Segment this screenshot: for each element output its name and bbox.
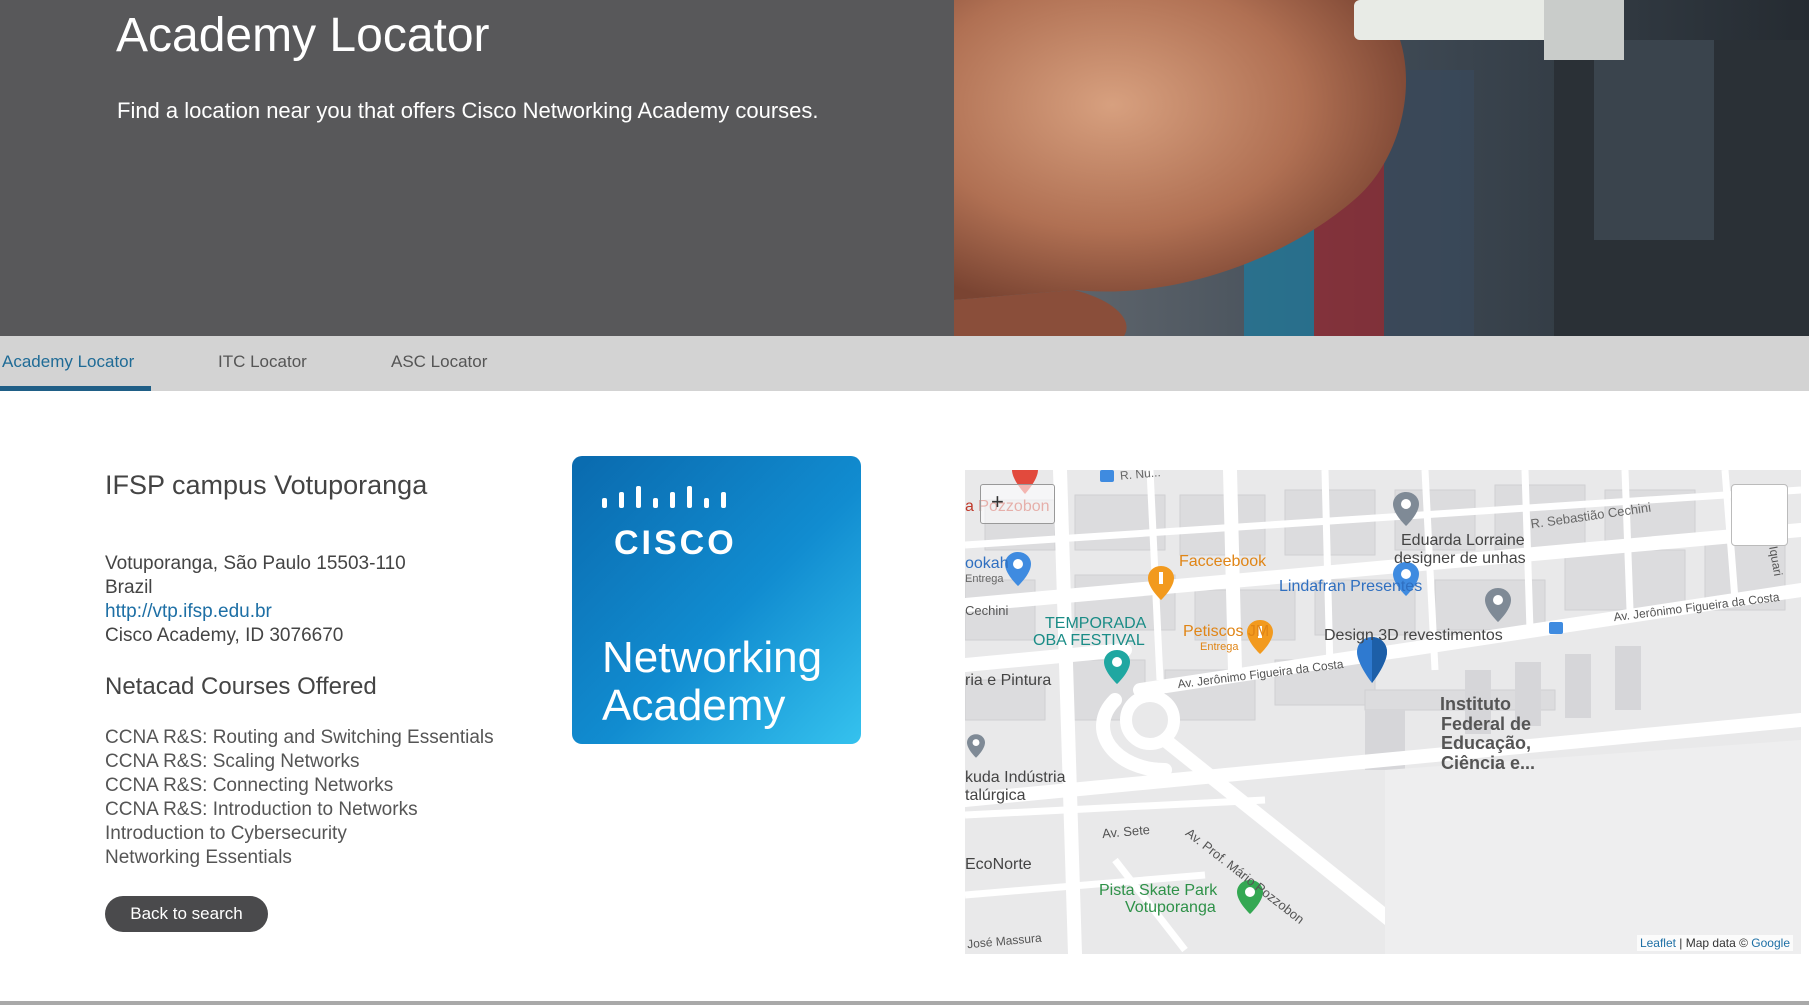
map-label: talúrgica [965,787,1026,804]
pin-icon[interactable] [967,732,985,760]
academy-address: Votuporanga, São Paulo 15503-110 Brazil … [105,552,406,648]
map-label: Lindafran Presentes [1279,578,1423,595]
course-item: CCNA R&S: Routing and Switching Essentia… [105,727,494,748]
restaurant-icon[interactable] [1148,566,1174,600]
map-layer-control[interactable] [1731,484,1788,546]
map-label: EcoNorte [965,856,1032,873]
hero-photo [954,0,1809,336]
back-to-search-button[interactable]: Back to search [105,896,268,932]
map-tiles [965,470,1801,954]
map-label: TEMPORADA [1045,615,1147,632]
pin-icon[interactable] [1393,492,1419,526]
tab-academy-locator[interactable]: Academy Locator [2,336,134,391]
courses-list: CCNA R&S: Routing and Switching Essentia… [105,726,494,870]
course-item: CCNA R&S: Introduction to Networks [105,799,418,820]
leaflet-link[interactable]: Leaflet [1640,936,1676,950]
active-tab-indicator [0,386,151,391]
map-label: Design 3D revestimentos [1324,627,1503,644]
hero-banner: Academy Locator Find a location near you… [0,0,1809,336]
map-label: kuda Indústria [965,769,1066,786]
course-item: CCNA R&S: Scaling Networks [105,751,360,772]
logo-text: Networking Academy [602,633,823,730]
page-subtitle: Find a location near you that offers Cis… [117,98,819,123]
map-label: Ciência e... [1441,753,1536,773]
networking-academy-logo: CISCO Networking Academy [572,456,861,744]
map-label: Educação, [1441,733,1532,753]
bus-stop-icon [1100,470,1114,482]
map-attribution: Leaflet | Map data © Google [1636,935,1793,951]
map-label: Facceebook [1179,553,1267,570]
course-item: CCNA R&S: Connecting Networks [105,775,394,796]
map-label: Instituto [1440,694,1511,714]
course-item: Networking Essentials [105,847,292,868]
course-item: Introduction to Cybersecurity [105,823,347,844]
address-country: Brazil [105,577,153,598]
google-link[interactable]: Google [1751,936,1790,950]
courses-heading: Netacad Courses Offered [105,673,377,700]
tab-itc-locator[interactable]: ITC Locator [218,336,307,391]
map-label: Pista Skate Park [1099,882,1218,899]
academy-website-link[interactable]: http://vtp.ifsp.edu.br [105,601,272,622]
map-label: ria e Pintura [965,672,1052,689]
map-label: Petiscos JM [1183,623,1270,640]
academy-id: Cisco Academy, ID 3076670 [105,625,344,646]
map-label: Eduarda Lorraine [1401,532,1525,549]
map-label: Federal de [1441,714,1532,734]
footer-divider [0,1001,1809,1005]
map-zoom-in-button[interactable]: + [980,484,1055,524]
academy-name: IFSP campus Votuporanga [105,470,428,500]
map-label: Entrega [965,573,1004,585]
event-icon[interactable] [1104,650,1130,684]
page-title: Academy Locator [116,9,490,62]
location-map[interactable]: a Pozzobon R. Nu... R. Sebastião Cechini… [965,470,1801,954]
tab-asc-locator[interactable]: ASC Locator [391,336,487,391]
map-label: ookah [965,555,1009,572]
map-label: designer de unhas [1394,550,1526,567]
map-label: Entrega [1200,641,1239,653]
map-street-label: Cechini [965,603,1009,618]
cisco-bridge-icon [602,486,726,508]
bus-stop-icon [1549,622,1563,634]
shop-icon[interactable] [1005,552,1031,586]
cisco-wordmark: CISCO [614,524,737,562]
map-label: OBA FESTIVAL [1033,632,1145,649]
address-city-line: Votuporanga, São Paulo 15503-110 [105,553,406,574]
locator-tabs: Academy Locator ITC Locator ASC Locator [0,336,1809,391]
map-label: Votuporanga [1125,899,1216,916]
pin-icon[interactable] [1485,588,1511,622]
